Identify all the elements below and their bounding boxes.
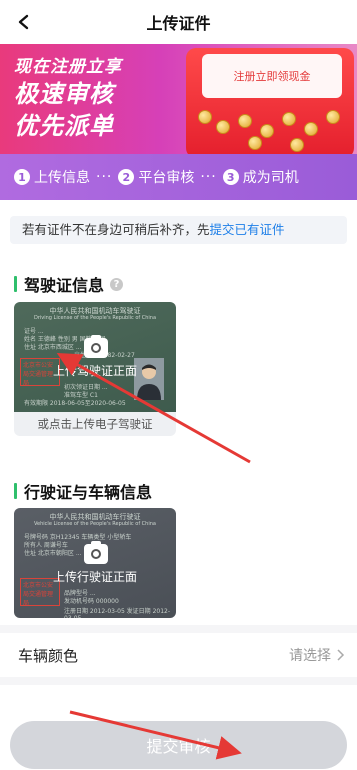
progress-steps: 1 上传信息 ··· 2 平台审核 ··· 3 成为司机 <box>0 154 357 200</box>
section-title-text: 驾驶证信息 <box>24 276 105 295</box>
vehicle-color-placeholder: 请选择 <box>289 648 331 664</box>
section-title-text: 行驶证与车辆信息 <box>24 483 153 502</box>
envelope-card: 注册立即领现金 <box>202 54 342 98</box>
page-title: 上传证件 <box>146 14 211 33</box>
top-nav-bar: 上传证件 <box>0 0 357 44</box>
coin-icon <box>304 122 318 136</box>
section-accent-bar <box>14 276 17 292</box>
step-platform-review: 2 平台审核 <box>118 167 194 187</box>
license-field: 住址 北京市西城区 ... <box>24 344 82 351</box>
coin-icon <box>238 114 252 128</box>
coin-icon <box>326 110 340 124</box>
license-field: 发动机号码 000000 <box>64 598 119 605</box>
section-accent-bar <box>14 483 17 499</box>
upload-driver-license-label: 上传驾驶证正面 <box>52 364 137 378</box>
coin-icon <box>216 120 230 134</box>
notice-text: 若有证件不在身边可稍后补齐，先 <box>22 222 210 237</box>
vehicle-color-selector[interactable]: 车辆颜色 请选择 <box>0 625 357 685</box>
vehicle-color-label: 车辆颜色 <box>18 646 79 665</box>
vehicle-license-sample-image: 中华人民共和国机动车行驶证 Vehicle License of the Peo… <box>14 508 176 618</box>
step-label: 上传信息 <box>34 170 90 186</box>
step-upload-info: 1 上传信息 <box>14 167 90 187</box>
submit-review-button[interactable]: 提交审核 <box>10 721 347 769</box>
envelope-text: 注册立即领现金 <box>233 70 311 83</box>
step-label: 成为司机 <box>242 170 299 186</box>
step-label: 平台审核 <box>138 170 195 186</box>
upload-vehicle-license-label: 上传行驶证正面 <box>52 570 137 584</box>
camera-icon <box>84 541 108 564</box>
driver-license-sample-image: 中华人民共和国机动车驾驶证 Driving License of the Peo… <box>14 302 176 412</box>
step-separator: ··· <box>200 169 217 185</box>
content-panel: 若有证件不在身边可稍后补齐，先提交已有证件 驾驶证信息 ? 中华人民共和国机动车… <box>0 200 357 770</box>
step-number: 1 <box>14 169 30 185</box>
license-field: 有效期限 2018-06-05至2020-06-05 <box>24 400 126 407</box>
promo-banner[interactable]: 现在注册立享 极速审核 优先派单 注册立即领现金 <box>0 44 357 154</box>
chevron-left-icon <box>18 14 29 30</box>
upload-electronic-license-link[interactable]: 或点击上传电子驾驶证 <box>14 412 176 436</box>
notice-bar: 若有证件不在身边可稍后补齐，先提交已有证件 <box>10 216 347 244</box>
banner-line-3: 优先派单 <box>14 112 114 140</box>
step-number: 2 <box>118 169 135 185</box>
coin-icon <box>290 138 304 152</box>
submit-existing-link[interactable]: 提交已有证件 <box>210 222 285 237</box>
driver-license-upload-card[interactable]: 中华人民共和国机动车驾驶证 Driving License of the Peo… <box>14 302 176 436</box>
driver-license-section-title: 驾驶证信息 ? <box>14 272 124 296</box>
banner-line-2: 极速审核 <box>14 80 114 108</box>
red-envelope-image: 注册立即领现金 <box>186 48 354 154</box>
license-field: 注册日期 2012-03-05 发证日期 2012-03-05 <box>64 608 171 618</box>
coin-icon <box>198 110 212 124</box>
question-icon[interactable]: ? <box>110 277 124 291</box>
license-card-subtitle: Driving License of the People's Republic… <box>33 315 157 321</box>
vehicle-license-upload-card[interactable]: 中华人民共和国机动车行驶证 Vehicle License of the Peo… <box>14 508 176 618</box>
step-become-driver: 3 成为司机 <box>222 167 299 187</box>
coin-icon <box>260 124 274 138</box>
camera-icon <box>84 335 108 358</box>
coin-icon <box>282 112 296 126</box>
step-number: 3 <box>222 169 239 185</box>
license-field: 住址 北京市朝阳区 ... <box>24 550 82 557</box>
chevron-right-icon <box>337 649 345 661</box>
coin-icon <box>248 136 262 150</box>
back-button[interactable] <box>10 8 38 36</box>
license-card-subtitle: Vehicle License of the People's Republic… <box>34 521 156 527</box>
step-separator: ··· <box>96 169 113 185</box>
vehicle-license-section-title: 行驶证与车辆信息 <box>14 479 152 503</box>
vehicle-color-value: 请选择 <box>289 645 345 665</box>
